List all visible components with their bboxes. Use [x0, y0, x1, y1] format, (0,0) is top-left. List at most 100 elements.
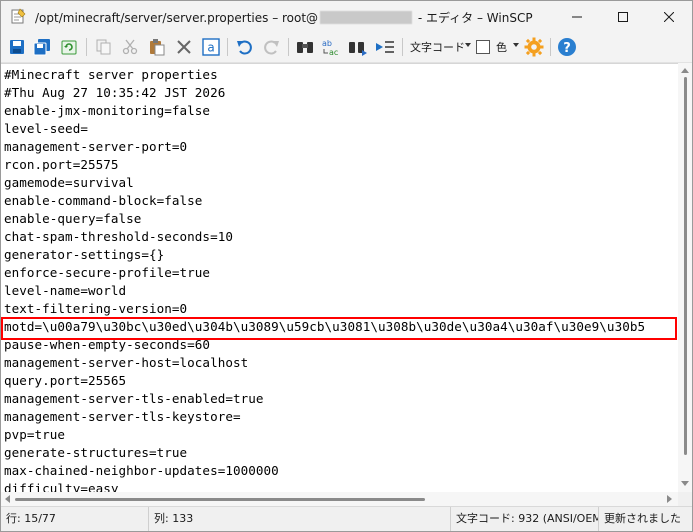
code-line: gamemode=survival [4, 175, 134, 190]
code-line: level-name=world [4, 283, 127, 298]
editor-lines: #Minecraft server properties #Thu Aug 27 … [4, 66, 645, 492]
replace-icon: abac [322, 39, 338, 57]
svg-text:ab: ab [322, 39, 332, 48]
status-bar: 行: 15/77 列: 133 文字コード: 932 (ANSI/OEM 更新さ… [1, 506, 692, 531]
cut-button[interactable] [119, 36, 141, 58]
status-column-position: 列: 133 [149, 507, 451, 531]
code-line: rcon.port=25575 [4, 157, 119, 172]
highlighted-code-line: motd=\u00a79\u30bc\u30ed\u304b\u3089\u59… [4, 319, 646, 334]
toolbar-separator [402, 38, 403, 56]
select-all-button[interactable]: a [200, 36, 222, 58]
notepad-icon [10, 8, 26, 24]
code-line: max-chained-neighbor-updates=1000000 [4, 463, 279, 478]
scrollbar-corner [678, 492, 692, 506]
code-line: enable-query=false [4, 211, 142, 226]
help-button[interactable]: ? [556, 36, 578, 58]
find-icon [297, 42, 313, 53]
svg-text:ac: ac [329, 48, 338, 57]
minimize-icon [572, 16, 582, 17]
status-encoding: 文字コード: 932 (ANSI/OEM [451, 507, 599, 531]
close-icon [664, 11, 674, 22]
chevron-down-icon [513, 43, 519, 47]
scroll-down-icon[interactable] [681, 481, 689, 486]
find-next-icon [349, 42, 367, 56]
copy-button[interactable] [93, 36, 115, 58]
redo-button[interactable] [260, 36, 282, 58]
help-icon: ? [558, 38, 576, 56]
reload-icon [61, 40, 77, 55]
svg-text:?: ? [563, 41, 571, 56]
paste-icon [150, 39, 165, 56]
undo-icon [237, 40, 252, 55]
toolbar-separator [86, 38, 87, 56]
select-all-icon: a [202, 38, 220, 56]
window-title-path: /opt/minecraft/server/server.properties … [35, 11, 319, 25]
redo-icon [264, 40, 279, 55]
save-icon [10, 40, 24, 54]
cut-icon [122, 39, 138, 55]
toolbar: a ab ac 文字コード 色 ? [1, 32, 692, 63]
code-line: management-server-host=localhost [4, 355, 249, 370]
paste-button[interactable] [146, 36, 168, 58]
code-line: #Minecraft server properties [4, 67, 218, 82]
minimize-button[interactable] [554, 1, 600, 32]
save-button[interactable] [6, 36, 28, 58]
color-menu-button[interactable]: 色 [496, 39, 507, 55]
code-line: text-filtering-version=0 [4, 301, 188, 316]
goto-line-button[interactable] [374, 36, 396, 58]
code-line: generate-structures=true [4, 445, 188, 460]
code-line: management-server-port=0 [4, 139, 188, 154]
horizontal-scrollbar[interactable] [1, 492, 678, 506]
chevron-down-icon [465, 43, 471, 47]
delete-button[interactable] [173, 36, 195, 58]
code-line: enforce-secure-profile=true [4, 265, 211, 280]
code-line: difficulty=easy [4, 481, 119, 492]
svg-text:a: a [207, 41, 214, 55]
toolbar-separator [550, 38, 551, 56]
code-line: pvp=true [4, 427, 66, 442]
maximize-button[interactable] [600, 1, 646, 32]
status-line-position: 行: 15/77 [1, 507, 149, 531]
code-line: management-server-tls-keystore= [4, 409, 241, 424]
code-line: generator-settings={} [4, 247, 165, 262]
replace-button[interactable]: ab ac [320, 36, 342, 58]
code-line: enable-command-block=false [4, 193, 203, 208]
reload-button[interactable] [58, 36, 80, 58]
vertical-scroll-thumb[interactable] [684, 77, 687, 455]
save-all-icon [33, 39, 50, 56]
scroll-left-icon[interactable] [5, 495, 10, 503]
title-bar[interactable]: /opt/minecraft/server/server.properties … [1, 1, 692, 32]
settings-icon [524, 37, 544, 57]
color-checkbox[interactable] [476, 40, 490, 54]
settings-button[interactable] [523, 36, 545, 58]
horizontal-scroll-thumb[interactable] [15, 498, 425, 501]
status-modified: 更新されました [604, 512, 681, 525]
code-line: management-server-tls-enabled=true [4, 391, 264, 406]
code-line: enable-jmx-monitoring=false [4, 103, 211, 118]
maximize-icon [618, 11, 628, 22]
undo-button[interactable] [234, 36, 256, 58]
code-line: #Thu Aug 27 10:35:42 JST 2026 [4, 85, 226, 100]
code-line: pause-when-empty-seconds=60 [4, 337, 211, 352]
save-all-button[interactable] [31, 36, 53, 58]
editor-window: /opt/minecraft/server/server.properties … [0, 0, 693, 532]
scroll-right-icon[interactable] [667, 495, 672, 503]
toolbar-separator [227, 38, 228, 56]
close-button[interactable] [646, 1, 692, 32]
code-line: level-seed= [4, 121, 88, 136]
redacted-hostname [320, 11, 413, 24]
find-button[interactable] [294, 36, 316, 58]
code-line: chat-spam-threshold-seconds=10 [4, 229, 233, 244]
delete-icon [177, 40, 191, 54]
window-title-app: - エディタ – WinSCP [414, 11, 533, 25]
code-line: query.port=25565 [4, 373, 127, 388]
scroll-up-icon[interactable] [681, 68, 689, 73]
copy-icon [96, 39, 111, 55]
goto-line-icon [376, 41, 394, 53]
text-editor[interactable]: #Minecraft server properties #Thu Aug 27 … [1, 63, 692, 492]
find-next-button[interactable] [347, 36, 369, 58]
encoding-menu-button[interactable]: 文字コード [410, 39, 465, 55]
vertical-scrollbar[interactable] [678, 63, 692, 492]
window-title: /opt/minecraft/server/server.properties … [35, 9, 533, 26]
toolbar-separator [288, 38, 289, 56]
